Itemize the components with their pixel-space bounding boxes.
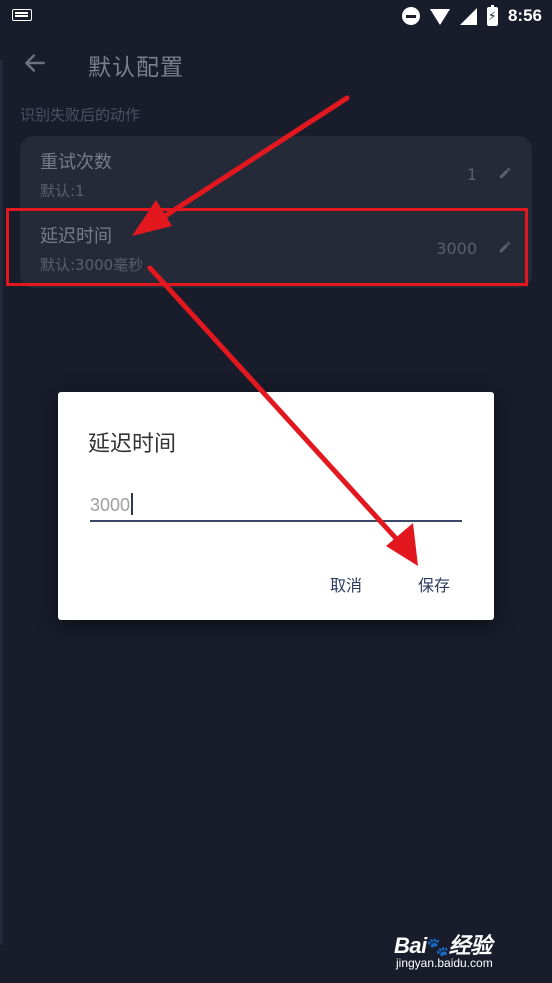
delay-input[interactable]: 3000: [90, 490, 462, 522]
annotation-highlight-box: [6, 208, 528, 286]
cancel-button[interactable]: 取消: [326, 570, 366, 598]
setting-title: 重试次数: [40, 152, 112, 173]
paw-icon: 🐾: [426, 937, 449, 957]
left-edge: [0, 60, 3, 945]
dialog-title: 延迟时间: [88, 432, 177, 457]
baidu-jingyan-watermark: Bai🐾经验 jingyan.baidu.com: [394, 928, 524, 978]
back-arrow-icon[interactable]: [22, 50, 48, 76]
watermark-site: jingyan.baidu.com: [396, 956, 493, 970]
battery-charging-icon: [486, 4, 498, 26]
setting-row-retry[interactable]: 重试次数 默认:1 1: [20, 136, 532, 210]
setting-value: 1: [466, 165, 477, 184]
page-title: 默认配置: [88, 55, 184, 81]
delay-input-value: 3000: [90, 495, 131, 515]
status-bar: 8:56: [0, 0, 552, 32]
status-time: 8:56: [507, 6, 542, 25]
wifi-icon: [429, 9, 450, 25]
setting-subtitle: 默认:1: [40, 182, 85, 200]
pencil-icon[interactable]: [498, 166, 512, 180]
delay-dialog: 延迟时间 3000 取消 保存: [58, 392, 494, 620]
app-bar: [0, 32, 552, 98]
do-not-disturb-icon: [401, 7, 420, 25]
section-label: 识别失败后的动作: [20, 106, 141, 124]
keyboard-icon: [12, 9, 32, 21]
signal-icon: [459, 7, 477, 25]
save-button[interactable]: 保存: [414, 570, 454, 598]
text-caret: [131, 493, 134, 515]
